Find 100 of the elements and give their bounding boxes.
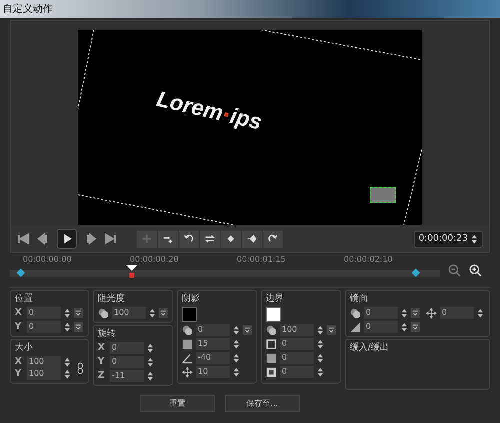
zoom-out-icon[interactable] [448, 264, 461, 277]
playhead[interactable] [126, 264, 138, 280]
previous-frame-icon[interactable] [37, 233, 49, 245]
overlap-icon [350, 308, 361, 318]
number-field[interactable]: 0 [110, 342, 144, 354]
spinner-icon[interactable] [64, 356, 71, 368]
title-text[interactable]: ips [228, 103, 265, 136]
color-swatch[interactable] [266, 307, 281, 322]
spinner-icon[interactable] [471, 234, 478, 244]
dialog-button[interactable]: 保存至... [225, 395, 300, 412]
spinner-icon[interactable] [401, 308, 408, 318]
zoom-in-icon[interactable] [469, 264, 482, 277]
group-title: 边界 [266, 292, 285, 305]
number-field[interactable]: 0 [27, 321, 61, 333]
window-title: 自定义动作 [3, 2, 53, 16]
spinner-icon[interactable] [401, 322, 408, 332]
timecode-field[interactable]: 0:00:00:23 [414, 230, 483, 248]
spinner-icon[interactable] [317, 324, 324, 336]
group-title: 阻光度 [98, 292, 126, 305]
square-icon [266, 352, 277, 364]
outline-square-icon [266, 338, 277, 350]
spinner-icon[interactable] [477, 308, 484, 318]
play-button[interactable] [57, 229, 77, 249]
time-label: 00:00:02:10 [344, 255, 394, 264]
group-title: 大小 [15, 342, 34, 354]
curved-arrow-icon [268, 234, 278, 244]
menu-button[interactable] [74, 322, 83, 332]
swap-button[interactable] [200, 230, 220, 248]
group-title: 阴影 [182, 292, 201, 305]
go-to-end-icon[interactable] [105, 233, 117, 245]
overlap-icon [98, 308, 109, 318]
rotate-keyframe-button[interactable] [263, 230, 283, 248]
number-field[interactable]: 0 [280, 338, 314, 350]
remove-keyframe-button[interactable] [158, 230, 178, 248]
spinner-icon[interactable] [64, 322, 71, 332]
number-field[interactable]: 100 [27, 356, 61, 368]
title-text[interactable]: Lorem [154, 86, 226, 127]
square-icon [182, 338, 193, 350]
spinner-icon[interactable] [147, 342, 154, 354]
spinner-icon[interactable] [233, 366, 240, 378]
number-field[interactable]: -11 [110, 370, 144, 382]
spinner-icon[interactable] [233, 324, 240, 336]
menu-button[interactable] [411, 308, 420, 318]
color-swatch[interactable] [182, 307, 197, 322]
group-title: 镜面 [350, 292, 369, 305]
number-field[interactable]: 100 [27, 368, 61, 380]
number-field[interactable]: 0 [27, 307, 61, 319]
spinner-icon[interactable] [317, 352, 324, 364]
link-icon[interactable] [77, 362, 84, 374]
next-frame-icon[interactable] [85, 233, 97, 245]
axis-label: X [15, 357, 23, 367]
reverse-button[interactable] [179, 230, 199, 248]
plus-icon [142, 234, 152, 244]
number-field[interactable]: 0 [280, 352, 314, 364]
number-field[interactable]: 0 [196, 324, 230, 336]
spinner-icon[interactable] [64, 368, 71, 380]
number-field[interactable]: 0 [364, 307, 398, 319]
play-icon [61, 233, 73, 245]
spinner-icon[interactable] [233, 338, 240, 350]
menu-button[interactable] [327, 325, 336, 335]
axis-label: Y [98, 357, 106, 367]
move-icon [426, 308, 437, 318]
menu-button[interactable] [243, 325, 252, 335]
spinner-icon[interactable] [147, 370, 154, 382]
group-title: 位置 [15, 292, 34, 305]
menu-button[interactable] [411, 322, 420, 332]
number-field[interactable]: 0 [440, 307, 474, 319]
spinner-icon[interactable] [149, 308, 156, 318]
move-icon [182, 366, 193, 378]
menu-button[interactable] [159, 308, 168, 318]
number-field[interactable]: 0 [364, 321, 398, 333]
number-field[interactable]: 100 [112, 307, 146, 319]
spinner-icon[interactable] [317, 338, 324, 350]
number-field[interactable]: 15 [196, 338, 230, 350]
curved-arrow-icon [184, 234, 194, 244]
keyframe-marker[interactable] [16, 268, 26, 278]
number-field[interactable]: -40 [196, 352, 230, 364]
time-label: 00:00:01:15 [237, 255, 287, 264]
number-field[interactable]: 100 [280, 324, 314, 336]
number-field[interactable]: 0 [280, 366, 314, 378]
spinner-icon[interactable] [233, 352, 240, 364]
previous-keyframe-button[interactable] [221, 230, 241, 248]
menu-button[interactable] [74, 308, 83, 318]
overlap-icon [182, 324, 193, 336]
selection-handle[interactable] [370, 187, 396, 203]
anchor-point[interactable] [224, 112, 230, 118]
timeline-track[interactable] [10, 270, 440, 277]
keyframe-marker[interactable] [412, 268, 420, 278]
gradient-triangle-icon [350, 322, 361, 332]
number-field[interactable]: 10 [196, 366, 230, 378]
axis-label: Y [15, 322, 23, 332]
spinner-icon[interactable] [64, 308, 71, 318]
next-keyframe-button[interactable] [242, 230, 262, 248]
spinner-icon[interactable] [317, 366, 324, 378]
spinner-icon[interactable] [147, 356, 154, 368]
time-label: 00:00:00:20 [130, 255, 180, 264]
dialog-button[interactable]: 重置 [140, 395, 215, 412]
group-title: 旋转 [98, 328, 117, 340]
go-to-start-icon[interactable] [17, 233, 29, 245]
number-field[interactable]: 0 [110, 356, 144, 368]
